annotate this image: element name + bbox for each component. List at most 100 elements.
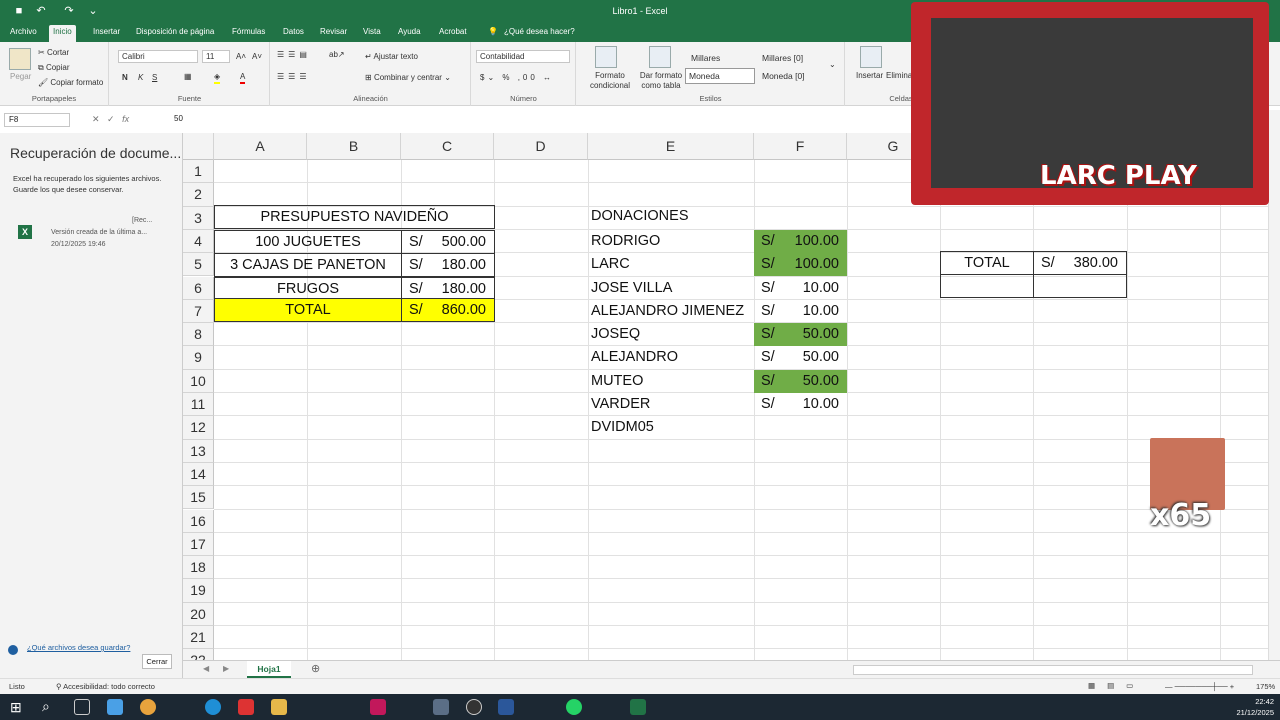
style-moneda-0[interactable]: Moneda [0]	[758, 68, 824, 84]
donation-amount-cell[interactable]: S/50.00	[754, 323, 847, 347]
font-color-icon[interactable]: A	[240, 72, 246, 84]
donor-name[interactable]: MUTEO	[591, 370, 753, 393]
edge-icon[interactable]	[205, 699, 221, 715]
column-header[interactable]: A	[214, 133, 307, 160]
row-header[interactable]: 14	[183, 462, 214, 487]
row-header[interactable]: 2	[183, 183, 214, 207]
tab-inicio[interactable]: Inicio	[49, 25, 76, 42]
column-header[interactable]: E	[588, 133, 754, 160]
donation-amount-cell[interactable]: S/10.00	[754, 277, 847, 300]
obs-icon[interactable]	[466, 699, 482, 715]
horizontal-align-icons[interactable]: ☰☰☰	[277, 72, 311, 82]
format-painter-button[interactable]: 🖌 Copiar formato	[38, 78, 103, 88]
merge-center-button[interactable]: ⊞ Combinar y centrar ⌄	[365, 73, 451, 83]
row-header[interactable]: 18	[183, 556, 214, 580]
underline-button[interactable]: S	[152, 73, 157, 83]
whatsapp-icon[interactable]	[566, 699, 582, 715]
shrink-font-icon[interactable]: A˅	[252, 52, 262, 62]
prev-sheet-icon[interactable]: ◀	[203, 664, 209, 673]
italic-button[interactable]: K	[138, 73, 143, 83]
number-format-icons[interactable]: $⌄ % ,00 ↔	[480, 73, 554, 83]
app-icon[interactable]	[370, 699, 386, 715]
fill-color-icon[interactable]: ◈	[214, 72, 221, 84]
style-moneda[interactable]: Moneda	[685, 68, 755, 84]
budget-item-label[interactable]: 100 JUGUETES	[214, 229, 402, 254]
name-box[interactable]: F8	[4, 113, 70, 127]
zoom-level[interactable]: 175%	[1256, 682, 1275, 691]
tab-insertar[interactable]: Insertar	[89, 25, 124, 42]
donor-name[interactable]: ALEJANDRO JIMENEZ	[591, 300, 753, 323]
insert-cells-button[interactable]: Insertar	[856, 71, 883, 81]
donation-amount-cell[interactable]: S/50.00	[754, 346, 847, 369]
budget-item-amount-cell[interactable]: S/180.00	[401, 276, 495, 301]
donation-total-cell[interactable]: S/ 380.00	[1033, 251, 1127, 275]
row-header[interactable]: 1	[183, 160, 214, 184]
row-header[interactable]: 3	[183, 206, 214, 230]
vertical-align-icons[interactable]: ☰☰▤	[277, 50, 311, 60]
tab-datos[interactable]: Datos	[279, 25, 308, 42]
column-header[interactable]: F	[754, 133, 847, 160]
font-name-select[interactable]: Calibri	[118, 50, 198, 63]
donor-name[interactable]: JOSE VILLA	[591, 277, 753, 300]
row-header[interactable]: 11	[183, 393, 214, 417]
row-header[interactable]: 16	[183, 509, 214, 533]
tab-vista[interactable]: Vista	[359, 25, 385, 42]
row-header[interactable]: 4	[183, 229, 214, 254]
copy-button[interactable]: ⧉ Copiar	[38, 63, 70, 73]
tab-disposicion[interactable]: Disposición de página	[132, 25, 218, 42]
row-header[interactable]: 20	[183, 602, 214, 626]
wrap-text-button[interactable]: ↵ Ajustar texto	[365, 52, 418, 62]
budget-item-label[interactable]: 3 CAJAS DE PANETON	[214, 253, 402, 278]
task-view-icon[interactable]	[74, 699, 90, 715]
excel-icon[interactable]	[630, 699, 646, 715]
app-icon[interactable]	[238, 699, 254, 715]
donation-amount-cell[interactable]: S/100.00	[754, 253, 847, 277]
donation-amount-cell[interactable]: S/10.00	[754, 393, 847, 416]
column-header[interactable]: B	[307, 133, 401, 160]
vertical-scrollbar[interactable]	[1268, 110, 1280, 660]
budget-item-amount-cell[interactable]: S/500.00	[401, 229, 495, 254]
row-header[interactable]: 6	[183, 276, 214, 300]
row-header[interactable]: 21	[183, 626, 214, 650]
styles-more-icon[interactable]: ⌄	[829, 60, 836, 70]
view-buttons[interactable]: ▦▤▭	[1088, 681, 1145, 690]
row-header[interactable]: 7	[183, 299, 214, 324]
column-header[interactable]: C	[401, 133, 494, 160]
format-table-button[interactable]: Dar formato como tabla	[633, 71, 689, 91]
style-millares[interactable]: Millares	[687, 50, 753, 66]
orientation-icon[interactable]: ab↗	[329, 50, 345, 60]
sheet-tab-hoja1[interactable]: Hoja1	[247, 661, 291, 678]
calculator-icon[interactable]	[433, 699, 449, 715]
empty-bordered-cell[interactable]	[940, 274, 1034, 298]
row-header[interactable]: 5	[183, 253, 214, 277]
bold-button[interactable]: N	[122, 73, 128, 83]
select-all-corner[interactable]	[183, 133, 214, 160]
number-format-select[interactable]: Contabilidad	[476, 50, 570, 63]
cut-button[interactable]: ✂ Cortar	[38, 48, 69, 58]
row-header[interactable]: 17	[183, 532, 214, 557]
tab-ayuda[interactable]: Ayuda	[394, 25, 425, 42]
row-header[interactable]: 10	[183, 369, 214, 393]
file-explorer-icon[interactable]	[271, 699, 287, 715]
budget-title-cell[interactable]: PRESUPUESTO NAVIDEÑO	[214, 205, 495, 229]
donation-amount-cell[interactable]: S/50.00	[754, 369, 847, 393]
row-header[interactable]: 22	[183, 649, 214, 660]
tab-acrobat[interactable]: Acrobat	[435, 25, 471, 42]
donor-name[interactable]: ALEJANDRO	[591, 346, 753, 369]
accessibility-status[interactable]: ⚲ Accesibilidad: todo correcto	[56, 682, 155, 691]
donation-total-label[interactable]: TOTAL	[940, 251, 1034, 275]
tab-formulas[interactable]: Fórmulas	[228, 25, 269, 42]
donor-name[interactable]: RODRIGO	[591, 230, 753, 253]
budget-total-label[interactable]: TOTAL	[214, 298, 402, 322]
tab-revisar[interactable]: Revisar	[316, 25, 351, 42]
donations-title-cell[interactable]: DONACIONES	[591, 205, 751, 228]
budget-item-amount-cell[interactable]: S/180.00	[401, 253, 495, 278]
row-header[interactable]: 12	[183, 416, 214, 440]
formula-input[interactable]: 50	[174, 113, 183, 125]
donor-name[interactable]: VARDER	[591, 393, 753, 416]
empty-bordered-cell[interactable]	[1033, 274, 1127, 298]
paste-button[interactable]: Pegar	[10, 72, 31, 82]
tab-archivo[interactable]: Archivo	[6, 25, 41, 42]
close-recovery-button[interactable]: Cerrar	[142, 654, 172, 669]
font-size-select[interactable]: 11	[202, 50, 230, 63]
